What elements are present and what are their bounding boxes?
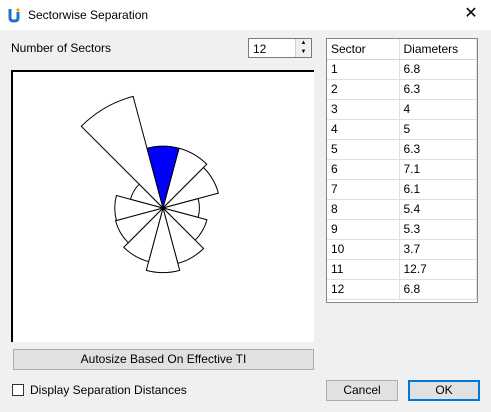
sector-cell[interactable]: 8 xyxy=(327,199,400,220)
table-row[interactable]: 10 3.7 xyxy=(327,239,477,260)
table-row[interactable]: 8 5.4 xyxy=(327,199,477,220)
sector-cell[interactable]: 11 xyxy=(327,259,400,280)
sector-cell[interactable]: 2 xyxy=(327,79,400,100)
diameter-cell[interactable]: 5 xyxy=(399,119,477,140)
number-of-sectors-value[interactable]: 12 xyxy=(253,42,266,56)
autosize-button[interactable]: Autosize Based On Effective TI xyxy=(13,349,314,370)
sector-cell[interactable]: 10 xyxy=(327,239,400,260)
sector-cell[interactable]: 7 xyxy=(327,179,400,200)
window-title: Sectorwise Separation xyxy=(28,8,149,22)
sector-cell[interactable]: 9 xyxy=(327,219,400,240)
sector-cell[interactable]: 1 xyxy=(327,59,400,80)
sector-cell[interactable]: 6 xyxy=(327,159,400,180)
table-row[interactable]: 7 6.1 xyxy=(327,179,477,200)
column-header-diameters: Diameters xyxy=(399,39,477,60)
number-of-sectors-label: Number of Sectors xyxy=(11,41,112,55)
sector-diameter-table: Sector Diameters 1 6.8 2 6.3 3 4 4 5 5 6.3 6 7.1 7 6.… xyxy=(326,38,478,303)
cancel-button[interactable]: Cancel xyxy=(326,380,398,401)
number-of-sectors-spinner[interactable]: 12 ▲ ▼ xyxy=(248,38,312,58)
diameter-cell[interactable]: 12.7 xyxy=(399,259,477,280)
sector-rose-plot xyxy=(11,70,314,342)
sector-cell[interactable]: 12 xyxy=(327,279,400,300)
diameter-cell[interactable]: 6.3 xyxy=(399,79,477,100)
diameter-cell[interactable]: 7.1 xyxy=(399,159,477,180)
column-header-sector: Sector xyxy=(327,39,400,60)
close-icon[interactable]: ✕ xyxy=(461,4,481,24)
sector-cell[interactable]: 4 xyxy=(327,119,400,140)
diameter-cell[interactable]: 6.1 xyxy=(399,179,477,200)
diameter-cell[interactable]: 5.4 xyxy=(399,199,477,220)
diameter-cell[interactable]: 6.8 xyxy=(399,279,477,300)
table-row[interactable]: 1 6.8 xyxy=(327,59,477,80)
diameter-cell[interactable]: 4 xyxy=(399,99,477,120)
table-row[interactable]: 12 6.8 xyxy=(327,279,477,300)
display-separation-label: Display Separation Distances xyxy=(30,383,187,397)
table-row[interactable]: 11 12.7 xyxy=(327,259,477,280)
title-bar: Sectorwise Separation ✕ xyxy=(0,0,491,30)
table-row[interactable]: 34 xyxy=(327,99,477,120)
display-separation-checkbox[interactable] xyxy=(12,384,24,396)
table-row[interactable]: 5 6.3 xyxy=(327,139,477,160)
app-icon xyxy=(8,8,20,23)
spinner-buttons: ▲ ▼ xyxy=(295,39,311,57)
diameter-cell[interactable]: 3.7 xyxy=(399,239,477,260)
sector-cell[interactable]: 5 xyxy=(327,139,400,160)
table-row[interactable]: 6 7.1 xyxy=(327,159,477,180)
table-header-row: Sector Diameters xyxy=(327,39,477,60)
diameter-cell[interactable]: 6.8 xyxy=(399,59,477,80)
ok-button[interactable]: OK xyxy=(408,380,480,401)
sector-cell[interactable]: 3 xyxy=(327,99,400,120)
sector-rose-svg xyxy=(80,95,219,274)
dialog-body: Number of Sectors 12 ▲ ▼ Autosize Based … xyxy=(0,30,491,412)
table-row[interactable]: 9 5.3 xyxy=(327,219,477,240)
table-row[interactable]: 45 xyxy=(327,119,477,140)
spin-down-icon[interactable]: ▼ xyxy=(296,48,311,57)
diameter-cell[interactable]: 5.3 xyxy=(399,219,477,240)
table-row[interactable]: 2 6.3 xyxy=(327,79,477,100)
diameter-cell[interactable]: 6.3 xyxy=(399,139,477,160)
